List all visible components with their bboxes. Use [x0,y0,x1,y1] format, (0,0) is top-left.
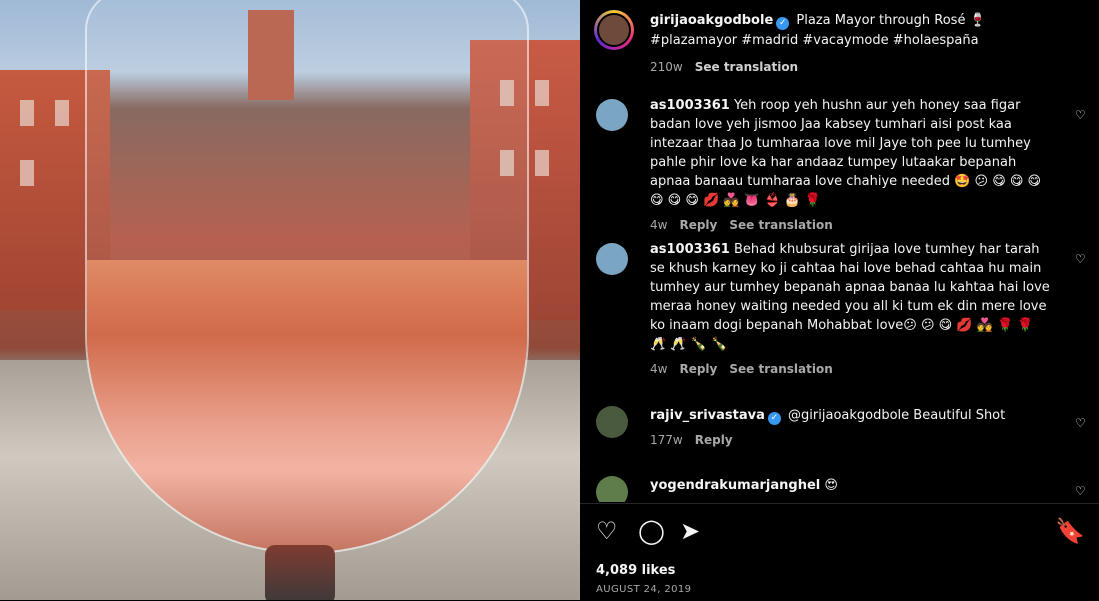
commenter-avatar[interactable] [596,99,628,131]
caption-meta: 210w See translation [650,57,1070,77]
comment-text: @girijaoakgodbole Beautiful Shot [788,408,1006,423]
comment-body: rajiv_srivastava ✓ @girijaoakgodbole Beau… [650,406,1050,450]
avatar-image [597,13,631,47]
comment-text: 😍 [824,478,838,493]
see-translation-link[interactable]: See translation [695,60,798,74]
commenter-avatar[interactable] [596,476,628,502]
comment-icon[interactable]: ◯ [638,518,665,544]
author-username[interactable]: girijaoakgodbole [650,13,773,28]
comment-body: as1003361 Behad khubsurat girijaa love t… [650,240,1050,379]
like-comment-icon[interactable]: ♡ [1075,484,1087,498]
window [535,150,549,176]
reply-button[interactable]: Reply [679,362,717,376]
commenter-username[interactable]: yogendrakumarjanghel [650,478,820,493]
commenter-avatar[interactable] [596,243,628,275]
reply-button[interactable]: Reply [695,433,733,447]
comment-item: as1003361 Yeh roop yeh hushn aur yeh hon… [580,96,1099,232]
caption: girijaoakgodbole ✓ Plaza Mayor through Ro… [650,11,1070,77]
post-date[interactable]: AUGUST 24, 2019 [596,584,691,595]
caption-hashtags[interactable]: #plazamayor #madrid #vacaymode #holaespa… [650,33,979,48]
post-image[interactable] [0,0,580,600]
comment-text: Behad khubsurat girijaa love tumhey har … [650,242,1050,352]
window [55,100,69,126]
glass-stem [265,545,335,600]
comment-body: as1003361 Yeh roop yeh hushn aur yeh hon… [650,96,1050,235]
author-avatar[interactable] [594,10,634,50]
heart-outline-icon[interactable]: ♡ [596,518,618,544]
comment-item: yogendrakumarjanghel 😍 ♡ [580,474,1099,502]
commenter-username[interactable]: rajiv_srivastava [650,408,765,423]
verified-icon: ✓ [767,412,781,425]
send-icon[interactable]: ➤ [680,518,700,544]
window [535,80,549,106]
commenter-avatar[interactable] [596,406,628,438]
reply-button[interactable]: Reply [679,218,717,232]
like-comment-icon[interactable]: ♡ [1075,416,1087,430]
comment-time[interactable]: 177w [650,433,683,447]
comment-body: yogendrakumarjanghel 😍 [650,476,1050,495]
rose-wine [87,260,527,552]
comment-text: Yeh roop yeh hushn aur yeh honey saa fig… [650,98,1042,208]
wine-glass [85,0,529,554]
comment-meta: 4w Reply See translation [650,216,1050,235]
comment-item: as1003361 Behad khubsurat girijaa love t… [580,240,1099,390]
caption-time[interactable]: 210w [650,60,683,74]
see-translation-link[interactable]: See translation [729,218,832,232]
commenter-username[interactable]: as1003361 [650,242,730,257]
like-comment-icon[interactable]: ♡ [1075,252,1087,266]
comment-meta: 177w Reply [650,431,1050,450]
verified-icon: ✓ [776,17,790,30]
action-bar: ♡ ◯ ➤ 🔖 4,089 likes AUGUST 24, 2019 [580,503,1099,601]
comment-meta: 4w Reply See translation [650,360,1050,379]
commenter-username[interactable]: as1003361 [650,98,730,113]
caption-text: Plaza Mayor through Rosé 🍷 [796,13,986,28]
window [20,160,34,186]
comment-item: rajiv_srivastava ✓ @girijaoakgodbole Beau… [580,404,1099,454]
bookmark-icon[interactable]: 🔖 [1055,518,1085,544]
comment-time[interactable]: 4w [650,362,667,376]
post-sidebar: girijaoakgodbole ✓ Plaza Mayor through Ro… [580,0,1099,600]
post-modal: girijaoakgodbole ✓ Plaza Mayor through Ro… [0,0,1099,600]
caption-block: girijaoakgodbole ✓ Plaza Mayor through Ro… [580,0,1099,82]
like-comment-icon[interactable]: ♡ [1075,108,1087,122]
see-translation-link[interactable]: See translation [729,362,832,376]
comment-time[interactable]: 4w [650,218,667,232]
likes-count[interactable]: 4,089 likes [596,563,675,578]
window [20,100,34,126]
